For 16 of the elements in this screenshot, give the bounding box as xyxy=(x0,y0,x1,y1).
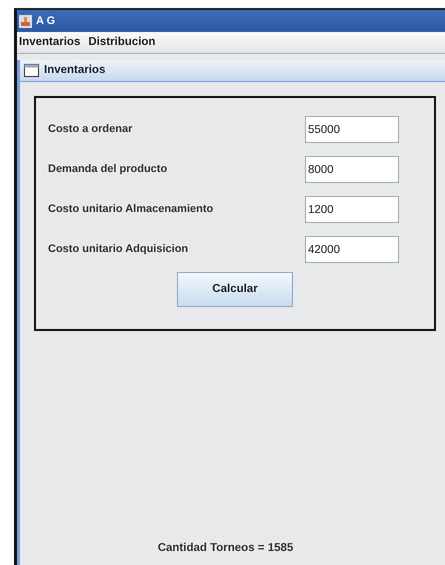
input-field[interactable]: 55000 xyxy=(305,116,399,143)
window-title: A G xyxy=(36,14,56,29)
field-label: Costo unitario Almacenamiento xyxy=(48,202,214,218)
field-label: Costo a ordenar xyxy=(48,122,134,138)
app-icon xyxy=(19,14,32,28)
menu-item[interactable]: Inventarios xyxy=(17,34,86,52)
input-field[interactable]: 8000 xyxy=(305,156,399,183)
calculate-button[interactable]: Calcular xyxy=(177,272,293,307)
menu-item[interactable]: Distribucion xyxy=(86,34,162,52)
field-label: Demanda del producto xyxy=(48,162,168,178)
field-label: Costo unitario Adquisicion xyxy=(48,242,190,258)
input-field[interactable]: 42000 xyxy=(305,236,399,263)
status-text: Cantidad Torneos = 1585 xyxy=(156,540,294,556)
frame-title: Inventarios xyxy=(44,62,106,78)
input-field[interactable]: 1200 xyxy=(305,196,399,223)
frame-icon xyxy=(24,64,39,77)
